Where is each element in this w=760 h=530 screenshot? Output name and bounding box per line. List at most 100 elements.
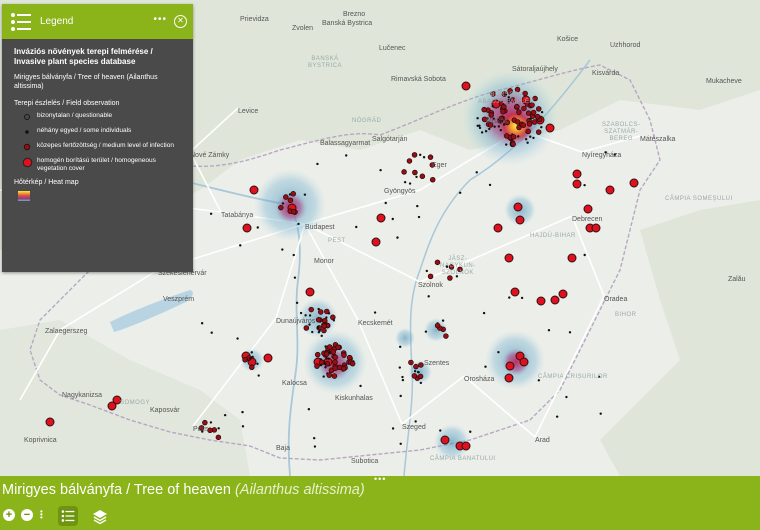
observation-point[interactable] (493, 223, 503, 233)
observation-point[interactable] (315, 317, 322, 323)
observation-point[interactable] (504, 373, 514, 383)
observation-point[interactable] (391, 427, 395, 430)
observation-point[interactable] (469, 430, 472, 433)
observation-point[interactable] (399, 442, 402, 445)
observation-point[interactable] (371, 237, 381, 247)
observation-point[interactable] (346, 354, 353, 361)
observation-point[interactable] (500, 108, 506, 115)
observation-point[interactable] (510, 134, 517, 140)
observation-point[interactable] (599, 412, 602, 415)
observation-point[interactable] (406, 158, 413, 164)
observation-point[interactable] (305, 287, 315, 297)
observation-point[interactable] (332, 359, 338, 365)
observation-point[interactable] (332, 354, 338, 361)
observation-point[interactable] (384, 201, 387, 205)
observation-point[interactable] (340, 365, 347, 372)
observation-point[interactable] (547, 329, 551, 332)
observation-point[interactable] (524, 138, 528, 141)
observation-point[interactable] (202, 419, 208, 426)
observation-point[interactable] (408, 359, 414, 366)
observation-point[interactable] (330, 349, 336, 355)
observation-point[interactable] (461, 441, 471, 451)
observation-point[interactable] (326, 344, 333, 350)
observation-point[interactable] (209, 421, 213, 424)
observation-point[interactable] (200, 322, 204, 325)
observation-point[interactable] (568, 331, 572, 334)
observation-point[interactable] (293, 276, 297, 279)
observation-point[interactable] (521, 105, 527, 112)
observation-point[interactable] (236, 337, 239, 340)
observation-point[interactable] (307, 408, 311, 411)
observation-point[interactable] (295, 301, 299, 305)
observation-point[interactable] (411, 373, 418, 379)
observation-point[interactable] (427, 154, 434, 160)
observation-point[interactable] (434, 322, 441, 329)
observation-point[interactable] (510, 287, 520, 297)
observation-point[interactable] (484, 130, 488, 133)
observation-point[interactable] (536, 296, 546, 306)
observation-point[interactable] (503, 133, 510, 139)
zoom-in-button[interactable]: + (3, 509, 15, 521)
zoom-out-button[interactable]: − (21, 509, 33, 521)
observation-point[interactable] (583, 183, 586, 187)
observation-point[interactable] (321, 327, 327, 334)
observation-point[interactable] (439, 429, 442, 432)
observation-point[interactable] (308, 314, 312, 317)
observation-point[interactable] (419, 381, 423, 385)
observation-point[interactable] (414, 420, 417, 423)
observation-point[interactable] (565, 395, 568, 399)
observation-point[interactable] (413, 363, 419, 370)
observation-point[interactable] (391, 217, 394, 221)
observation-point[interactable] (401, 378, 405, 382)
observation-point[interactable] (398, 345, 402, 349)
observation-point[interactable] (515, 215, 525, 225)
observation-point[interactable] (398, 366, 401, 369)
observation-point[interactable] (411, 152, 418, 158)
observation-point[interactable] (441, 319, 445, 322)
observation-point[interactable] (373, 311, 377, 314)
observation-point[interactable] (317, 309, 324, 315)
observation-point[interactable] (248, 357, 252, 360)
observation-point[interactable] (510, 141, 516, 147)
observation-point[interactable] (283, 194, 289, 200)
observation-point[interactable] (324, 366, 327, 369)
observation-point[interactable] (458, 191, 462, 194)
observation-point[interactable] (476, 124, 479, 127)
observation-point[interactable] (513, 202, 523, 212)
observation-point[interactable] (555, 415, 559, 418)
observation-point[interactable] (223, 413, 227, 417)
observation-point[interactable] (583, 253, 586, 257)
observation-point[interactable] (287, 197, 294, 204)
observation-point[interactable] (572, 179, 582, 189)
observation-point[interactable] (281, 202, 285, 205)
observation-point[interactable] (349, 360, 356, 367)
observation-point[interactable] (461, 81, 471, 91)
observation-point[interactable] (505, 143, 508, 146)
observation-point[interactable] (239, 244, 242, 247)
observation-point[interactable] (278, 204, 284, 211)
observation-point[interactable] (327, 357, 330, 360)
observation-point[interactable] (529, 135, 532, 138)
observation-point[interactable] (531, 119, 538, 125)
observation-point[interactable] (320, 334, 323, 338)
observation-point[interactable] (440, 435, 450, 445)
observation-point[interactable] (332, 365, 338, 372)
observation-point[interactable] (530, 109, 537, 116)
observation-point[interactable] (558, 289, 568, 299)
observation-point[interactable] (488, 127, 491, 131)
observation-point[interactable] (322, 375, 325, 378)
observation-point[interactable] (242, 356, 248, 363)
observation-point[interactable] (478, 126, 482, 130)
observation-point[interactable] (629, 178, 639, 188)
observation-point[interactable] (330, 314, 336, 321)
observation-point[interactable] (516, 109, 522, 115)
observation-point[interactable] (413, 369, 417, 373)
observation-point[interactable] (419, 173, 426, 180)
observation-point[interactable] (341, 352, 347, 358)
observation-point[interactable] (318, 359, 325, 365)
observation-point[interactable] (355, 225, 358, 229)
observation-point[interactable] (550, 295, 560, 305)
observation-point[interactable] (425, 269, 429, 273)
observation-point[interactable] (314, 351, 321, 358)
observation-point[interactable] (476, 117, 479, 120)
